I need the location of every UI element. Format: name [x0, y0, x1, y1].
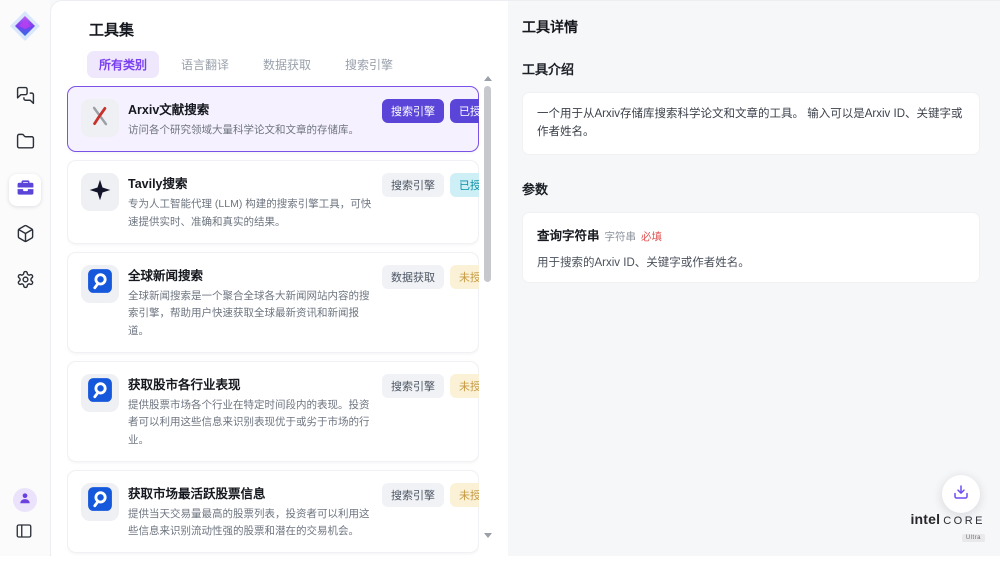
tool-card[interactable]: 获取股市各行业表现 提供股票市场各个行业在特定时间段内的表现。投资者可以利用这些… — [67, 361, 479, 462]
nav-chat[interactable] — [9, 82, 41, 114]
tool-name: 获取市场最活跃股票信息 — [128, 483, 373, 502]
tool-badges: 数据获取 未授权 — [382, 265, 479, 340]
core-tier-badge: Ultra — [962, 534, 985, 542]
nav-files[interactable] — [9, 128, 41, 160]
category-tabs: 所有类别 语言翻译 数据获取 搜索引擎 — [87, 51, 405, 78]
tool-card[interactable]: Tavily搜索 专为人工智能代理 (LLM) 构建的搜索引擎工具，可快速提供实… — [67, 160, 479, 244]
tool-details-panel: 工具详情 工具介绍 一个用于从Arxiv存储库搜索科学论文和文章的工具。 输入可… — [508, 1, 1000, 556]
category-badge: 搜索引擎 — [382, 374, 444, 398]
toolbox-icon — [16, 178, 35, 202]
param-name: 查询字符串 — [537, 229, 600, 243]
tool-badges: 搜索引擎 未授权 — [382, 483, 479, 541]
param-type: 字符串 — [605, 231, 637, 243]
list-scrollbar[interactable] — [483, 76, 492, 548]
category-tab[interactable]: 数据获取 — [251, 51, 323, 78]
tool-card[interactable]: Arxiv文献搜索 访问各个研究领域大量科学论文和文章的存储库。 搜索引擎 已授… — [67, 86, 479, 152]
intel-wordmark: intel — [910, 512, 940, 526]
param-desc: 用于搜索的Arxiv ID、关键字或作者姓名。 — [537, 254, 965, 270]
params-heading: 参数 — [522, 179, 980, 198]
intel-core-logo: intel CORE Ultra — [910, 512, 985, 543]
category-badge: 数据获取 — [382, 265, 444, 289]
tool-badges: 搜索引擎 未授权 — [382, 374, 479, 449]
intro-card: 一个用于从Arxiv存储库搜索科学论文和文章的工具。 输入可以是Arxiv ID… — [522, 92, 980, 155]
scroll-down-arrow[interactable] — [484, 533, 492, 538]
intro-heading: 工具介绍 — [522, 59, 980, 78]
tool-name: 获取股市各行业表现 — [128, 374, 373, 393]
user-avatar[interactable] — [13, 488, 37, 512]
news-search-logo-icon — [87, 377, 113, 408]
scrollbar-thumb[interactable] — [484, 86, 491, 282]
tavily-logo-icon — [87, 177, 113, 208]
tool-name: 全球新闻搜索 — [128, 265, 373, 284]
gear-icon — [16, 270, 35, 294]
toolset-title: 工具集 — [89, 19, 134, 40]
content-window: 工具集 所有类别 语言翻译 数据获取 搜索引擎 Arxiv文献搜索 访问各个研究… — [50, 0, 1000, 555]
details-title: 工具详情 — [522, 17, 980, 37]
tool-card[interactable]: 全球新闻搜索 全球新闻搜索是一个聚合全球各大新闻网站内容的搜索引擎，帮助用户快速… — [67, 252, 479, 353]
chat-icon — [16, 86, 35, 110]
category-tab[interactable]: 所有类别 — [87, 51, 159, 78]
download-button[interactable] — [942, 475, 980, 513]
app-logo-icon[interactable] — [7, 8, 43, 44]
category-tab[interactable]: 搜索引擎 — [333, 51, 405, 78]
tool-list: Arxiv文献搜索 访问各个研究领域大量科学论文和文章的存储库。 搜索引擎 已授… — [67, 86, 479, 557]
category-badge: 搜索引擎 — [382, 483, 444, 507]
toolset-panel: 工具集 所有类别 语言翻译 数据获取 搜索引擎 Arxiv文献搜索 访问各个研究… — [51, 1, 508, 556]
tool-badges: 搜索引擎 已授权 — [382, 173, 479, 231]
left-rail — [0, 0, 50, 556]
tool-icon-box — [81, 483, 119, 521]
category-badge: 搜索引擎 — [382, 99, 444, 123]
news-search-logo-icon — [87, 486, 113, 517]
nav-toolbox[interactable] — [9, 174, 41, 206]
tool-icon-box — [81, 99, 119, 137]
param-required-badge: 必填 — [641, 231, 662, 243]
tool-description: 专为人工智能代理 (LLM) 构建的搜索引擎工具，可快速提供实时、准确和真实的结… — [128, 196, 373, 231]
category-badge: 搜索引擎 — [382, 173, 444, 197]
tool-card-main: 全球新闻搜索 全球新闻搜索是一个聚合全球各大新闻网站内容的搜索引擎，帮助用户快速… — [128, 265, 373, 340]
tool-card-main: 获取市场最活跃股票信息 提供当天交易量最高的股票列表，投资者可以利用这些信息来识… — [128, 483, 373, 541]
tool-badges: 搜索引擎 已授权 — [382, 99, 479, 139]
tool-description: 提供股票市场各个行业在特定时间段内的表现。投资者可以利用这些信息来识别表现优于或… — [128, 397, 373, 449]
tool-icon-box — [81, 265, 119, 303]
category-tab[interactable]: 语言翻译 — [169, 51, 241, 78]
auth-status-badge: 已授权 — [450, 173, 479, 197]
nav-models[interactable] — [9, 220, 41, 252]
tool-description: 提供当天交易量最高的股票列表，投资者可以利用这些信息来识别流动性强的股票和潜在的… — [128, 506, 373, 541]
user-icon — [18, 491, 32, 510]
rail-bottom — [0, 488, 50, 542]
intro-text: 一个用于从Arxiv存储库搜索科学论文和文章的工具。 输入可以是Arxiv ID… — [537, 105, 965, 142]
rail-nav — [0, 82, 50, 298]
auth-status-badge: 未授权 — [450, 265, 479, 289]
core-wordmark: CORE — [943, 516, 985, 527]
app-window: 工具集 所有类别 语言翻译 数据获取 搜索引擎 Arxiv文献搜索 访问各个研究… — [0, 0, 1000, 556]
download-icon — [952, 483, 970, 506]
tool-card-main: 获取股市各行业表现 提供股票市场各个行业在特定时间段内的表现。投资者可以利用这些… — [128, 374, 373, 449]
auth-status-badge: 未授权 — [450, 374, 479, 398]
scroll-up-arrow[interactable] — [484, 76, 492, 81]
arxiv-logo-icon — [87, 103, 113, 134]
tool-name: Arxiv文献搜索 — [128, 99, 373, 118]
param-card: 查询字符串字符串必填 用于搜索的Arxiv ID、关键字或作者姓名。 — [522, 212, 980, 283]
auth-status-badge: 未授权 — [450, 483, 479, 507]
tool-description: 访问各个研究领域大量科学论文和文章的存储库。 — [128, 122, 373, 139]
auth-status-badge: 已授权 — [450, 99, 479, 123]
nav-settings[interactable] — [9, 266, 41, 298]
param-header: 查询字符串字符串必填 — [537, 225, 965, 245]
tool-card-main: Tavily搜索 专为人工智能代理 (LLM) 构建的搜索引擎工具，可快速提供实… — [128, 173, 373, 231]
cube-icon — [16, 224, 35, 248]
tool-name: Tavily搜索 — [128, 173, 373, 192]
tool-description: 全球新闻搜索是一个聚合全球各大新闻网站内容的搜索引擎，帮助用户快速获取全球最新资… — [128, 288, 373, 340]
folder-icon — [16, 132, 35, 156]
news-search-logo-icon — [87, 268, 113, 299]
collapse-sidebar-button[interactable] — [15, 522, 35, 542]
panel-left-icon — [15, 527, 33, 544]
tool-card[interactable]: 获取市场最活跃股票信息 提供当天交易量最高的股票列表，投资者可以利用这些信息来识… — [67, 470, 479, 554]
tool-icon-box — [81, 374, 119, 412]
tool-icon-box — [81, 173, 119, 211]
tool-card-main: Arxiv文献搜索 访问各个研究领域大量科学论文和文章的存储库。 — [128, 99, 373, 139]
